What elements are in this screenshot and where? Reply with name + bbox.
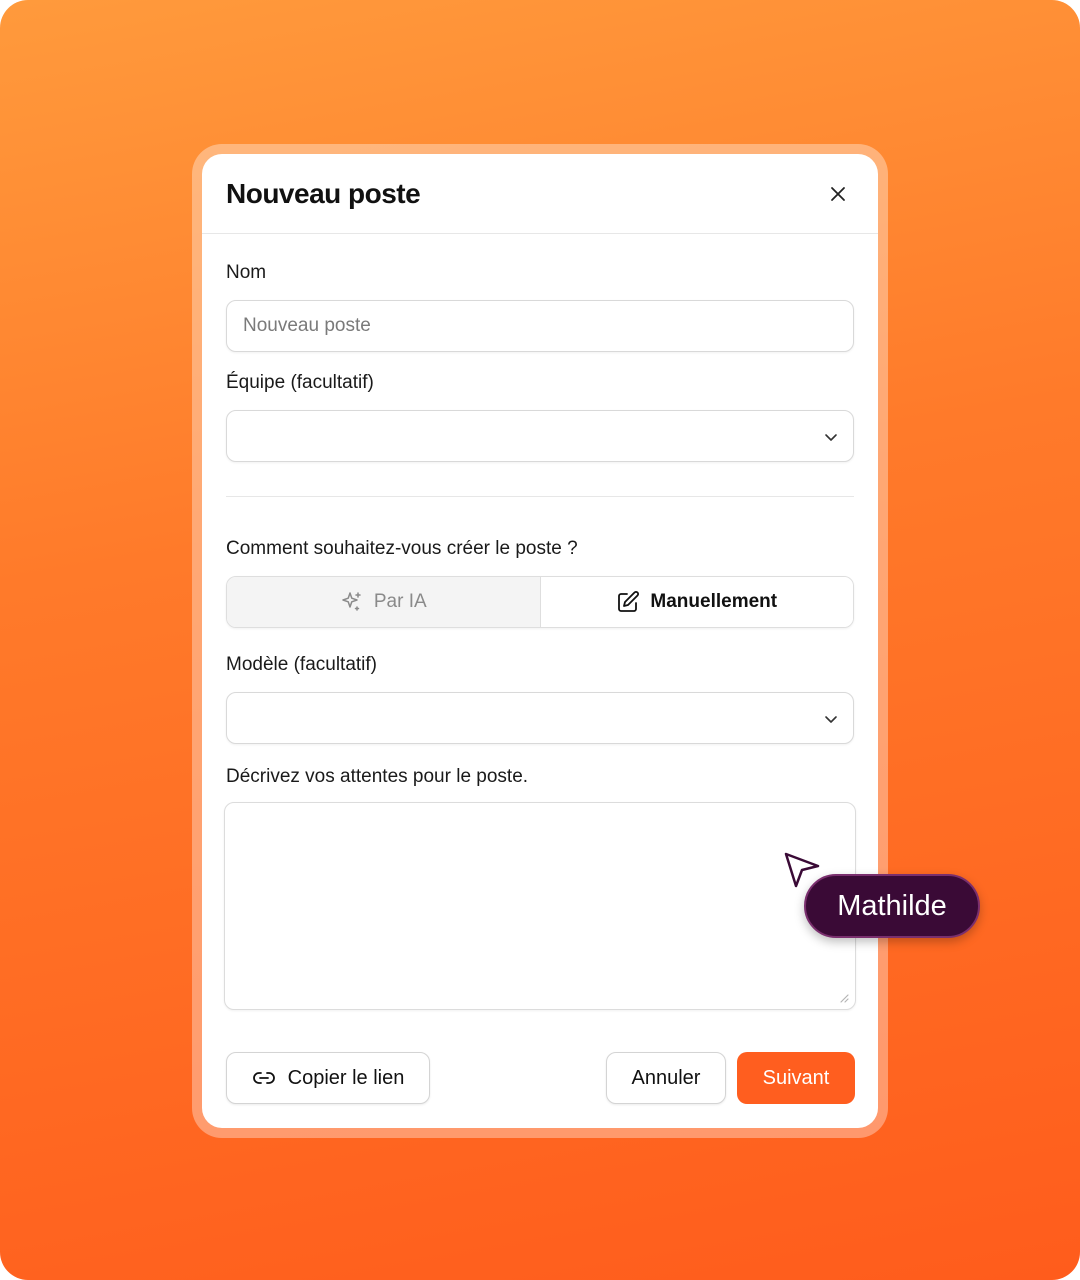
background: Nouveau poste Nom Équipe (facultatif) Co…: [0, 0, 1080, 1280]
name-label: Nom: [226, 262, 267, 283]
resize-grip-icon[interactable]: [837, 991, 849, 1003]
copy-link-button[interactable]: Copier le lien: [226, 1052, 430, 1104]
edit-icon: [618, 591, 640, 612]
template-select[interactable]: [226, 692, 854, 744]
close-icon: [831, 187, 845, 201]
new-position-dialog: Nouveau poste Nom Équipe (facultatif) Co…: [202, 154, 878, 1128]
template-label: Modèle (facultatif): [226, 654, 378, 675]
cancel-button[interactable]: Annuler: [606, 1052, 726, 1104]
name-input[interactable]: [227, 301, 853, 351]
sparkles-icon: [342, 592, 361, 611]
dialog-title: Nouveau poste: [226, 178, 421, 209]
team-label: Équipe (facultatif): [226, 372, 374, 393]
close-button[interactable]: [826, 182, 850, 206]
mode-manual-option[interactable]: Manuellement: [540, 577, 853, 627]
chevron-down-icon: [825, 716, 837, 723]
creation-method-toggle: Par IA Manuellement: [226, 576, 854, 628]
link-icon: [252, 1072, 275, 1084]
description-label: Décrivez vos attentes pour le poste.: [226, 766, 529, 787]
collaborator-name-tag: Mathilde: [804, 874, 980, 938]
team-select[interactable]: [226, 410, 854, 462]
mode-ai-option[interactable]: Par IA: [227, 577, 541, 627]
section-divider: [226, 496, 854, 497]
name-field-wrapper: [226, 300, 854, 352]
description-textarea[interactable]: [225, 803, 855, 1009]
next-label: Suivant: [762, 1066, 830, 1089]
cancel-label: Annuler: [631, 1066, 701, 1089]
copy-link-label: Copier le lien: [287, 1066, 405, 1089]
chevron-down-icon: [825, 434, 837, 441]
next-button[interactable]: Suivant: [737, 1052, 855, 1104]
dialog-header: Nouveau poste: [202, 154, 878, 234]
mode-ai-label: Par IA: [373, 591, 427, 612]
mode-manual-label: Manuellement: [650, 591, 778, 612]
creation-method-question: Comment souhaitez-vous créer le poste ?: [226, 538, 578, 559]
description-field-wrapper: [224, 802, 856, 1010]
